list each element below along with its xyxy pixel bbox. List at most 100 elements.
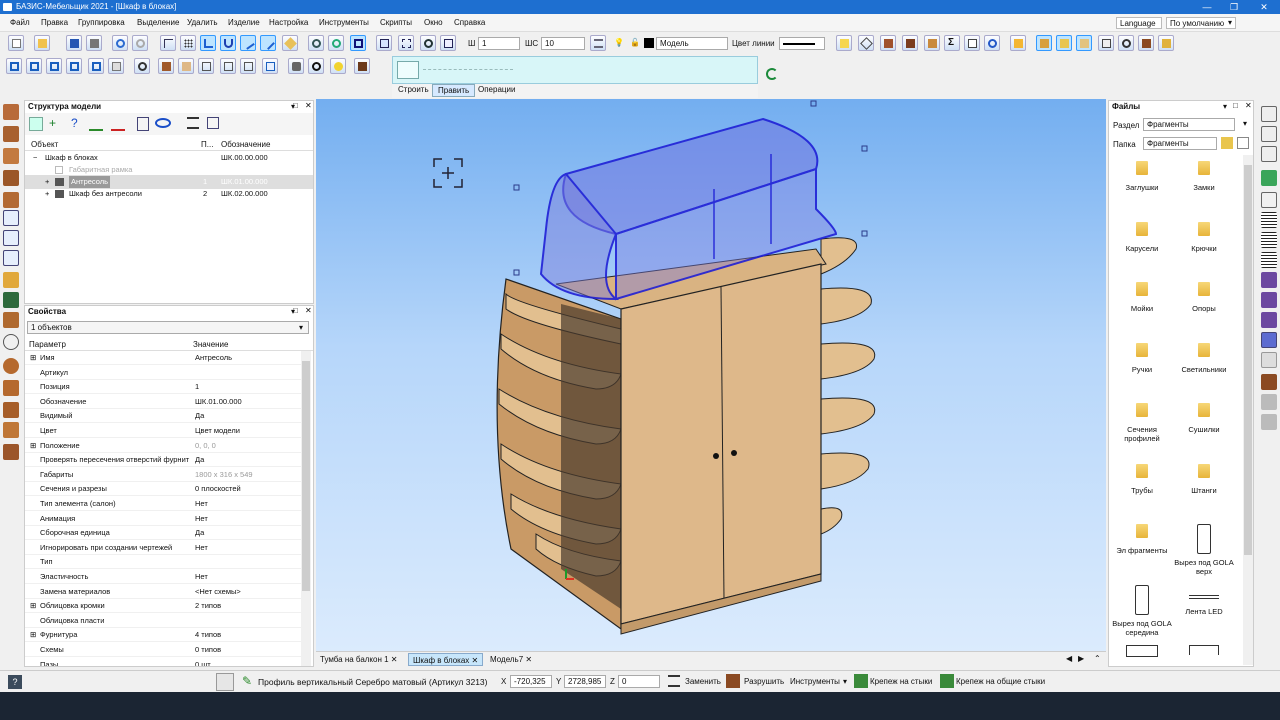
file-item[interactable]: Вырез под GOLA верх: [1173, 524, 1235, 576]
render-solid-button[interactable]: [158, 58, 174, 74]
pan-button[interactable]: [328, 35, 344, 51]
property-row[interactable]: ⊞ Имя Антресоль: [25, 351, 301, 365]
panel-arbitrary-icon[interactable]: [3, 170, 19, 186]
scroll-thumb[interactable]: [1244, 165, 1252, 555]
property-value[interactable]: <Нет схемы>: [195, 585, 241, 599]
layout-select[interactable]: По умолчанию: [1166, 17, 1236, 29]
property-value[interactable]: 0, 0, 0: [195, 439, 216, 453]
view-front-button[interactable]: [6, 58, 22, 74]
move-icon[interactable]: [89, 117, 103, 131]
property-row[interactable]: ⊞ Положение 0, 0, 0: [25, 439, 301, 453]
add-icon[interactable]: +: [49, 117, 63, 131]
close-icon[interactable]: ✕: [305, 306, 312, 315]
view-3d-button[interactable]: [350, 35, 366, 51]
sum-button[interactable]: Σ: [944, 35, 960, 51]
y-coord-input[interactable]: 2728,985: [564, 675, 606, 688]
purple-panel-icon[interactable]: [1261, 272, 1277, 288]
property-row[interactable]: Тип: [25, 555, 301, 570]
purple-panel-icon[interactable]: [1261, 292, 1277, 308]
fastener-common-button[interactable]: Крепеж на общие стыки: [956, 677, 1045, 686]
destroy-button[interactable]: Разрушить: [744, 677, 784, 686]
rotate-view-button[interactable]: [440, 35, 456, 51]
tools-dropdown[interactable]: Инструменты: [790, 677, 840, 686]
file-item[interactable]: [1173, 645, 1235, 655]
eye-icon[interactable]: [155, 118, 171, 128]
fragment-button[interactable]: [1036, 35, 1052, 51]
cut-button[interactable]: [858, 35, 874, 51]
property-row[interactable]: Схемы 0 типов: [25, 643, 301, 657]
file-item[interactable]: Заглушки: [1111, 161, 1173, 192]
doc-tab-cabinet[interactable]: Шкаф в блоках ✕: [408, 653, 484, 666]
property-value[interactable]: Нет: [195, 497, 208, 511]
folder-select[interactable]: Фрагменты: [1143, 137, 1217, 150]
tree-tools-icon[interactable]: [29, 117, 43, 131]
property-value[interactable]: 0 типов: [195, 643, 221, 657]
property-row[interactable]: ⊞ Фурнитура 4 типов: [25, 628, 301, 643]
property-row[interactable]: Облицовка пласти: [25, 614, 301, 628]
view-camera-button[interactable]: [108, 58, 124, 74]
minimize-button[interactable]: —: [1193, 0, 1221, 14]
distribute-icon[interactable]: [3, 230, 19, 246]
line-color-select[interactable]: [779, 37, 825, 50]
3d-viewport[interactable]: [316, 99, 1106, 651]
ortho-button[interactable]: [200, 35, 216, 51]
new-file-button[interactable]: [8, 35, 24, 51]
file-item[interactable]: Вырез под GOLA середина: [1111, 584, 1173, 637]
file-item[interactable]: Сушилки: [1173, 403, 1235, 434]
scroll-thumb[interactable]: [302, 361, 310, 591]
extrude-icon[interactable]: [3, 292, 19, 308]
search-icon[interactable]: [1237, 137, 1249, 149]
language-select[interactable]: Language: [1116, 17, 1162, 29]
panel-curved-icon[interactable]: [3, 192, 19, 208]
expand-icon[interactable]: ⊞: [30, 439, 36, 453]
menu-window[interactable]: Окно: [424, 18, 443, 27]
render-outline-button[interactable]: [240, 58, 256, 74]
trim-icon[interactable]: [397, 61, 419, 79]
file-item[interactable]: Светильники: [1173, 342, 1235, 374]
sheet-icon[interactable]: [1261, 106, 1277, 122]
edge-icon[interactable]: [1261, 232, 1277, 248]
files-scrollbar[interactable]: [1243, 155, 1253, 665]
col-position[interactable]: П...: [201, 140, 213, 149]
render-mixed-button[interactable]: [262, 58, 278, 74]
edit-fragment-button[interactable]: [1056, 35, 1072, 51]
property-row[interactable]: Тип элемента (салон) Нет: [25, 497, 301, 511]
brown-panel-icon[interactable]: [1261, 374, 1277, 390]
light-button[interactable]: [330, 58, 346, 74]
panel-front-icon[interactable]: [3, 148, 19, 164]
refresh-view-button[interactable]: [134, 58, 150, 74]
close-icon[interactable]: ✕: [1245, 101, 1252, 110]
material-button[interactable]: [1138, 35, 1154, 51]
library-button[interactable]: [1158, 35, 1174, 51]
tab-edit[interactable]: Править: [432, 84, 476, 97]
shelf-icon[interactable]: [3, 444, 19, 460]
close-window-button[interactable]: ✕: [1250, 0, 1278, 14]
pin-icon[interactable]: □: [293, 101, 298, 110]
file-item[interactable]: Крючки: [1173, 221, 1235, 253]
drill-button[interactable]: [902, 35, 918, 51]
property-value[interactable]: 4 типов: [195, 628, 221, 642]
pin-icon[interactable]: □: [1233, 101, 1238, 110]
lightbulb-icon[interactable]: 💡: [614, 38, 624, 47]
close-icon[interactable]: ✕: [305, 101, 312, 110]
save-button[interactable]: [66, 35, 82, 51]
align-icon[interactable]: [3, 210, 19, 226]
col-object[interactable]: Объект: [31, 140, 58, 149]
file-item[interactable]: Сечения профилей: [1111, 403, 1173, 443]
section-select[interactable]: Фрагменты: [1143, 118, 1235, 131]
box-button[interactable]: [924, 35, 940, 51]
settings-button[interactable]: [1098, 35, 1114, 51]
visibility-button[interactable]: [984, 35, 1000, 51]
menu-grouping[interactable]: Группировка: [78, 18, 125, 27]
document-icon[interactable]: [137, 117, 149, 131]
help-icon[interactable]: ?: [8, 675, 22, 689]
tab-build[interactable]: Строить: [398, 85, 429, 94]
lock-icon[interactable]: 🔓: [630, 38, 640, 47]
zoom-in-button[interactable]: [420, 35, 436, 51]
fastener-button[interactable]: Крепеж на стыки: [870, 677, 932, 686]
edge-icon[interactable]: [1261, 252, 1277, 268]
grid-button[interactable]: [180, 35, 196, 51]
property-row[interactable]: ⊞ Облицовка кромки 2 типов: [25, 599, 301, 614]
perpendicular-button[interactable]: [260, 35, 276, 51]
ruler-button[interactable]: [282, 35, 298, 51]
